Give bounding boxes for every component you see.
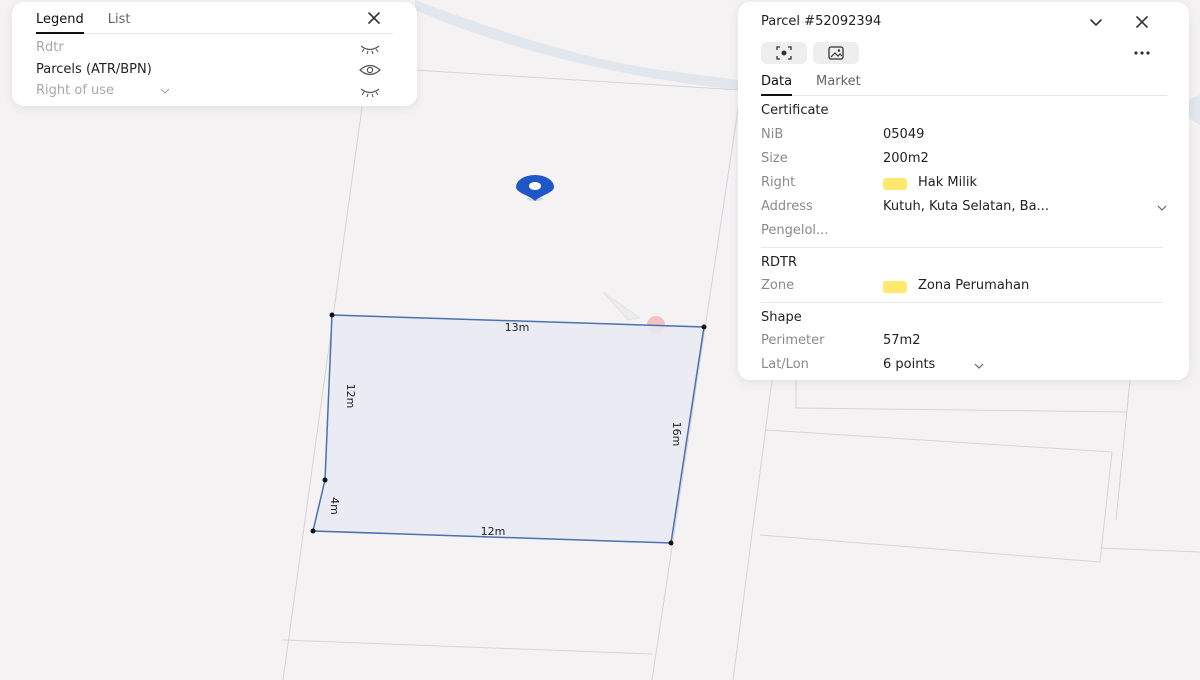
location-pin-icon[interactable]: [516, 175, 554, 201]
more-options-icon[interactable]: [1133, 50, 1151, 56]
chevron-down-icon[interactable]: [974, 363, 984, 369]
focus-parcel-button[interactable]: [761, 42, 807, 64]
field-value: 6 points: [883, 357, 936, 372]
field-value: Hak Milik: [918, 175, 977, 190]
legend-item-label: Rdtr: [36, 40, 64, 55]
field-value: Kutuh, Kuta Selatan, Ba...: [883, 199, 1049, 214]
field-perimeter: Perimeter 57m2: [761, 333, 1167, 351]
field-value: 05049: [883, 127, 925, 142]
chevron-down-icon[interactable]: [1157, 205, 1167, 211]
parcel-tabs: Data Market: [761, 74, 1167, 96]
tab-legend[interactable]: Legend: [36, 10, 84, 34]
section-divider: [761, 247, 1163, 248]
field-value: 57m2: [883, 333, 921, 348]
rdtr-heading: RDTR: [761, 255, 798, 270]
parcel-title: Parcel #52092394: [761, 14, 882, 29]
field-address[interactable]: Address Kutuh, Kuta Selatan, Ba...: [761, 199, 1167, 217]
legend-item-label: Parcels (ATR/BPN): [36, 62, 152, 77]
legend-panel: Legend List Rdtr Parcels (ATR/BPN) Right…: [12, 2, 417, 106]
field-right: Right Hak Milik: [761, 175, 1167, 193]
selected-parcel[interactable]: [312, 314, 705, 544]
field-value: Zona Perumahan: [918, 278, 1030, 293]
field-latlon[interactable]: Lat/Lon 6 points: [761, 357, 1167, 375]
field-label: Zone: [761, 278, 795, 293]
field-label: NiB: [761, 127, 784, 142]
field-label: Address: [761, 199, 813, 214]
field-label: Right: [761, 175, 796, 190]
edge-label-left-lower: 4m: [328, 497, 341, 515]
eye-closed-icon[interactable]: [359, 41, 381, 55]
edge-label-top: 13m: [505, 321, 530, 334]
legend-item-label: Right of use: [36, 83, 115, 98]
tab-data[interactable]: Data: [761, 74, 793, 96]
legend-item-parcels[interactable]: Parcels (ATR/BPN): [36, 62, 381, 80]
field-manager: Pengelol...: [761, 223, 1167, 241]
field-label: Pengelol...: [761, 223, 829, 238]
tab-list[interactable]: List: [108, 10, 131, 34]
legend-item-rdtr[interactable]: Rdtr: [36, 40, 381, 58]
river-area-right: [1188, 95, 1200, 125]
close-icon[interactable]: [1134, 14, 1150, 30]
field-label: Lat/Lon: [761, 357, 809, 372]
field-label: Size: [761, 151, 788, 166]
section-divider: [761, 302, 1163, 303]
edge-label-right: 16m: [670, 422, 683, 447]
field-size: Size 200m2: [761, 151, 1167, 169]
legend-item-right-of-use[interactable]: Right of use: [36, 83, 381, 101]
zone-color-swatch: [883, 281, 907, 293]
river-area: [415, 0, 740, 90]
focus-icon: [776, 46, 792, 60]
field-value: 200m2: [883, 151, 929, 166]
close-icon: [368, 12, 380, 24]
image-view-button[interactable]: [813, 42, 859, 64]
field-zone: Zone Zona Perumahan: [761, 278, 1167, 296]
tab-market[interactable]: Market: [816, 74, 861, 96]
field-nib: NiB 05049: [761, 127, 1167, 145]
right-color-swatch: [883, 178, 907, 190]
edge-label-left-upper: 12m: [344, 384, 357, 409]
cursor-hint: [602, 291, 642, 321]
image-icon: [828, 46, 844, 60]
legend-tabs: Legend List: [36, 10, 393, 34]
eye-closed-icon[interactable]: [359, 84, 381, 98]
eye-icon[interactable]: [359, 63, 381, 77]
parcel-details-panel: Parcel #52092394 Data Market Certificate…: [738, 2, 1189, 380]
legend-close-button[interactable]: [367, 10, 381, 29]
chevron-down-icon[interactable]: [160, 88, 170, 94]
shape-heading: Shape: [761, 310, 802, 325]
field-label: Perimeter: [761, 333, 825, 348]
chevron-down-icon[interactable]: [1088, 14, 1104, 30]
edge-label-bottom: 12m: [481, 525, 506, 538]
certificate-heading: Certificate: [761, 103, 829, 118]
